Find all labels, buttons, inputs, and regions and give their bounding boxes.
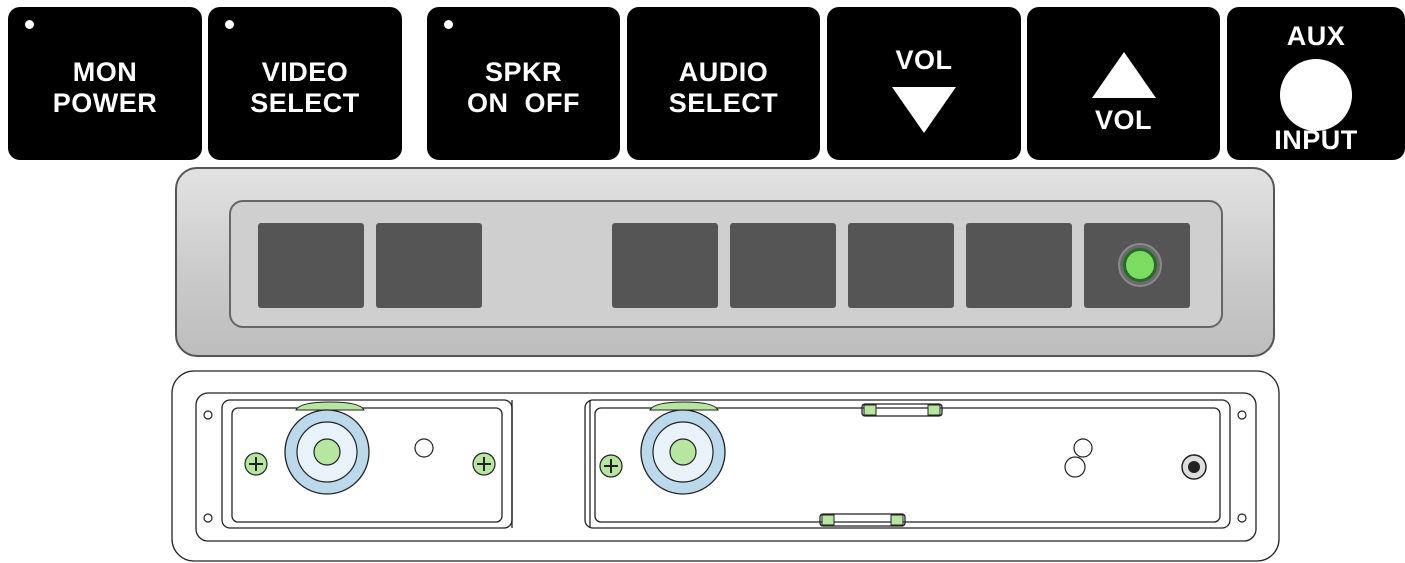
rear-aux-jack [1181, 454, 1207, 480]
rear-view-drawing [171, 370, 1280, 562]
rear-right-speaker [640, 409, 726, 495]
rear-right-top-accent [649, 401, 719, 411]
rear-left-top-accent [295, 401, 365, 411]
rear-left-speaker [284, 409, 370, 495]
